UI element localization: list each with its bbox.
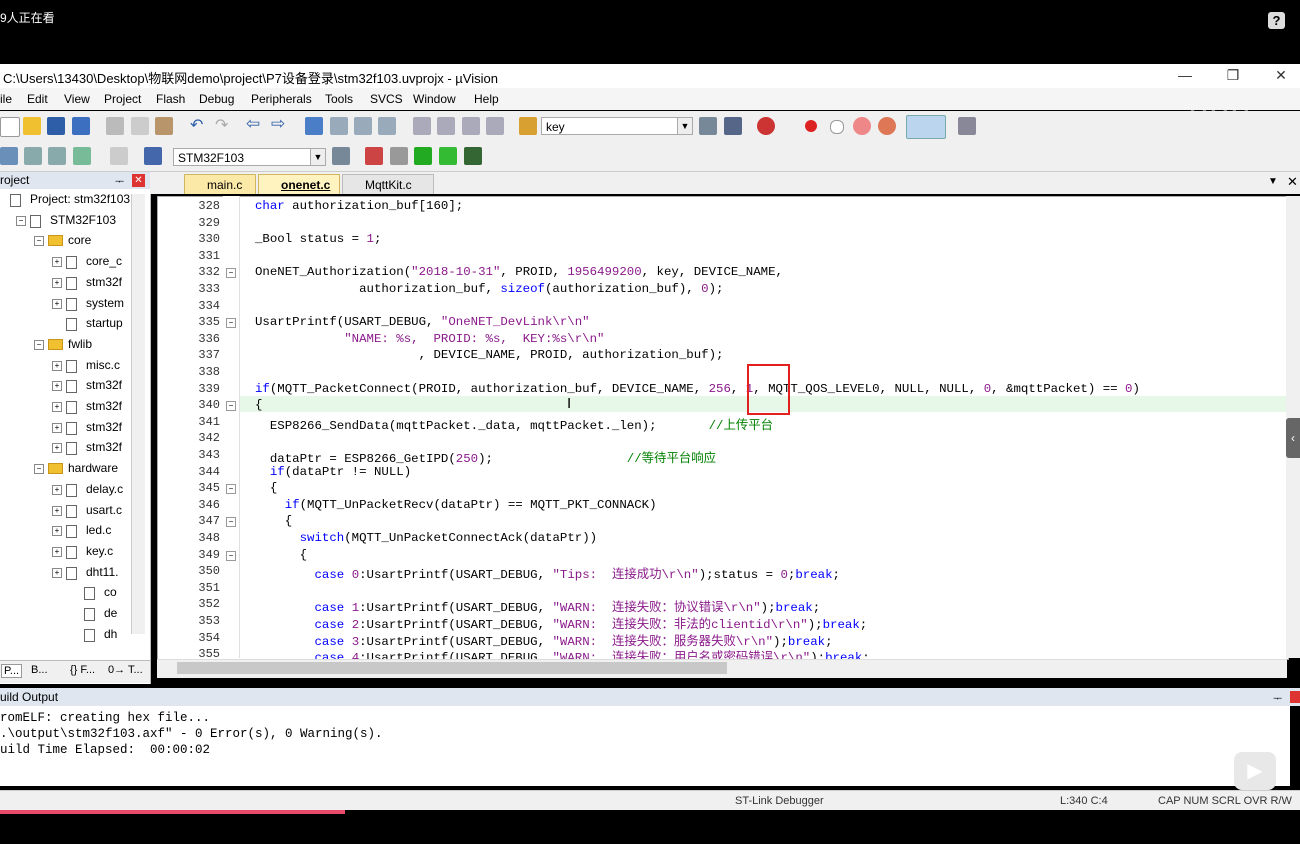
tab-templates[interactable]: 0→ T... <box>108 664 143 676</box>
code-line[interactable]: char authorization_buf[160]; <box>255 199 463 213</box>
code-line[interactable]: case 2:UsartPrintf(USART_DEBUG, "WARN: 连… <box>255 614 868 632</box>
cursor-position: L:340 C:4 <box>1060 795 1108 807</box>
code-line[interactable]: dataPtr = ESP8266_GetIPD(250); //等待平台响应 <box>255 448 716 466</box>
line-number: 343 <box>198 448 220 462</box>
line-number: 334 <box>198 298 220 313</box>
video-controls-overlay <box>0 810 1300 844</box>
tab-functions[interactable]: {} F... <box>70 664 95 676</box>
keyboard-flags: CAP NUM SCRL OVR R/W <box>1158 795 1292 807</box>
debugger-status: ST-Link Debugger <box>735 795 824 807</box>
build-output-title: uild Output <box>0 690 59 704</box>
code-line[interactable]: if(dataPtr != NULL) <box>255 465 411 479</box>
line-number: 332 <box>198 265 220 280</box>
code-line[interactable]: { <box>255 514 292 528</box>
code-line[interactable]: if(MQTT_PacketConnect(PROID, authorizati… <box>255 382 1140 396</box>
code-line[interactable]: "NAME: %s, PROID: %s, KEY:%s\r\n" <box>255 332 604 346</box>
build-line: uild Time Elapsed: 00:00:02 <box>0 743 211 757</box>
video-progress-bar[interactable] <box>0 810 345 814</box>
line-number: 345 <box>198 481 220 496</box>
code-line[interactable]: UsartPrintf(USART_DEBUG, "OneNET_DevLink… <box>255 315 590 329</box>
line-number: 336 <box>198 331 220 346</box>
pin-icon[interactable]: ᅮ <box>1273 690 1282 705</box>
code-line[interactable]: case 1:UsartPrintf(USART_DEBUG, "WARN: 连… <box>255 597 821 615</box>
project-panel-tabs: P... B... {} F... 0→ T... <box>0 660 150 683</box>
code-line[interactable]: case 0:UsartPrintf(USART_DEBUG, "Tips: 连… <box>255 564 840 582</box>
line-number: 347 <box>198 514 220 529</box>
code-line[interactable]: case 3:UsartPrintf(USART_DEBUG, "WARN: 连… <box>255 631 833 649</box>
tab-books[interactable]: B... <box>31 664 48 676</box>
code-line[interactable]: { <box>255 548 307 562</box>
code-line[interactable]: _Bool status = 1; <box>255 232 381 246</box>
line-number: 352 <box>198 597 220 612</box>
side-panel-toggle-icon[interactable]: ‹ <box>1286 418 1300 458</box>
fold-toggle-icon[interactable]: − <box>226 484 236 495</box>
line-number: 349 <box>198 547 220 562</box>
line-number: 348 <box>198 531 220 545</box>
line-number: 340 <box>198 398 220 413</box>
fold-toggle-icon[interactable]: − <box>226 517 236 528</box>
scroll-thumb[interactable] <box>177 662 727 674</box>
line-number: 335 <box>198 315 220 330</box>
fold-toggle-icon[interactable]: − <box>226 550 236 561</box>
code-line[interactable]: { <box>255 398 262 412</box>
play-icon[interactable]: ▶ <box>1234 752 1276 790</box>
line-number: 341 <box>198 414 220 429</box>
code-line[interactable]: switch(MQTT_UnPacketConnectAck(dataPtr)) <box>255 531 597 545</box>
line-number: 354 <box>198 630 220 645</box>
close-icon[interactable] <box>1290 691 1300 703</box>
fold-toggle-icon[interactable]: − <box>226 268 236 279</box>
code-lines: 328 char authorization_buf[160]; 329 330 _Bo… <box>0 0 1286 660</box>
code-line[interactable]: , DEVICE_NAME, PROID, authorization_buf)… <box>255 348 724 362</box>
line-number: 329 <box>198 215 220 230</box>
line-number: 353 <box>198 614 220 628</box>
code-line[interactable]: authorization_buf, sizeof(authorization_… <box>255 282 723 296</box>
line-number: 333 <box>198 282 220 296</box>
line-number: 344 <box>198 464 220 479</box>
annotation-highlight-box <box>747 364 790 415</box>
line-number: 339 <box>198 381 220 396</box>
fold-toggle-icon[interactable]: − <box>226 318 236 329</box>
line-number: 337 <box>198 348 220 363</box>
build-output-header: uild Output ᅮ <box>0 688 1300 706</box>
line-number: 331 <box>198 248 220 263</box>
text-cursor-icon: I <box>567 395 572 412</box>
fold-toggle-icon[interactable]: − <box>226 401 236 412</box>
line-number: 338 <box>198 365 220 379</box>
line-number: 342 <box>198 431 220 446</box>
close-editor-icon[interactable]: ✕ <box>1287 174 1298 190</box>
build-line: .\output\stm32f103.axf" - 0 Error(s), 0 … <box>0 727 383 741</box>
code-line[interactable]: OneNET_Authorization("2018-10-31", PROID… <box>255 265 783 279</box>
build-line: romELF: creating hex file... <box>0 711 211 725</box>
code-line[interactable]: { <box>255 481 277 495</box>
line-number: 346 <box>198 497 220 512</box>
line-number: 330 <box>198 232 220 247</box>
line-number: 351 <box>198 580 220 595</box>
code-line[interactable]: ESP8266_SendData(mqttPacket._data, mqttP… <box>255 415 773 433</box>
line-number: 350 <box>198 564 220 579</box>
tab-project[interactable]: P... <box>1 664 23 678</box>
code-line[interactable]: if(MQTT_UnPacketRecv(dataPtr) == MQTT_PK… <box>255 498 657 512</box>
line-number: 328 <box>198 199 220 213</box>
